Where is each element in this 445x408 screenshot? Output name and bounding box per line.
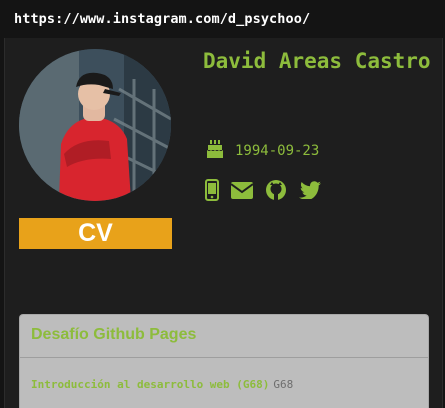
url-bar[interactable]: https://www.instagram.com/d_psychoo/ (0, 0, 445, 40)
birthdate-row: 1994-09-23 (205, 140, 319, 162)
cv-button[interactable]: CV (19, 218, 172, 249)
panel-header: Desafío Github Pages (20, 315, 428, 358)
envelope-icon[interactable] (231, 181, 253, 199)
course-code: G68 (273, 378, 294, 391)
mobile-phone-icon[interactable] (205, 179, 219, 201)
panel-title[interactable]: Desafío Github Pages (31, 326, 196, 344)
avatar (19, 49, 171, 201)
panel-body: Introducción al desarrollo web (G68) G68 (20, 358, 428, 392)
social-links (205, 178, 333, 202)
github-icon[interactable] (265, 179, 287, 201)
course-title-link[interactable]: Introducción al desarrollo web (G68) (31, 378, 269, 391)
twitter-icon[interactable] (299, 181, 321, 199)
url-text[interactable]: https://www.instagram.com/d_psychoo/ (14, 11, 310, 27)
course-panel: Desafío Github Pages Introducción al des… (19, 314, 429, 408)
birthday-cake-icon (205, 139, 225, 163)
profile-name: David Areas Castro (203, 49, 431, 73)
birthdate-text: 1994-09-23 (235, 143, 320, 159)
